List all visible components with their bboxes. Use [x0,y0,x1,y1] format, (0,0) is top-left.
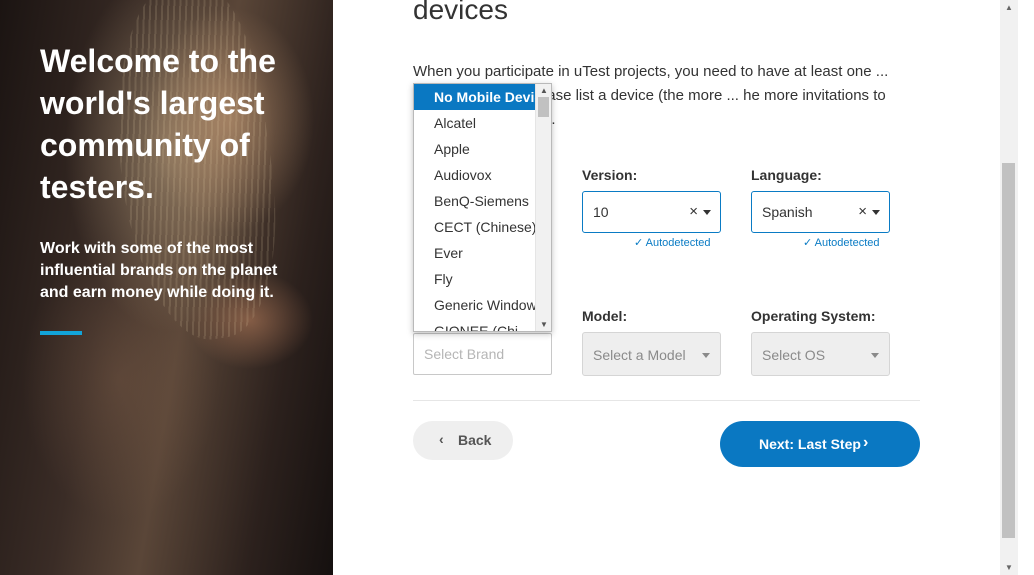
dropdown-option[interactable]: Fly [414,266,535,292]
model-label: Model: [582,308,628,324]
version-label: Version: [582,167,638,183]
dropdown-option[interactable]: Audiovox [414,162,535,188]
os-label: Operating System: [751,308,876,324]
version-clear-icon[interactable]: × [689,203,698,220]
section-heading: devices [413,0,508,25]
dropdown-option[interactable]: No Mobile Devices [414,84,535,110]
version-autodetected: ✓ Autodetected [634,237,711,249]
back-button[interactable]: ‹ Back [413,421,513,460]
brand-select[interactable]: Select Brand [413,333,552,375]
dropdown-scrollbar[interactable]: ▲ ▼ [535,84,551,331]
page-scroll-thumb[interactable] [1002,163,1015,538]
language-label: Language: [751,167,822,183]
language-autodetected: ✓ Autodetected [803,237,880,249]
next-button[interactable]: Next: Last Step › [720,421,920,467]
chevron-down-icon[interactable] [703,210,711,215]
dropdown-option[interactable]: Alcatel [414,110,535,136]
window-edge [1018,0,1034,575]
divider [413,400,920,401]
dropdown-option[interactable]: Generic Windows [414,292,535,318]
hero-accent-bar [40,331,82,335]
language-value: Spanish [762,204,813,220]
dropdown-option[interactable]: GIONEE (Chi [414,318,535,331]
page-scrollbar[interactable]: ▲ ▼ [1000,0,1018,575]
os-select: Select OS [751,332,890,376]
chevron-down-icon[interactable] [872,210,880,215]
language-clear-icon[interactable]: × [858,203,867,220]
hero-title: Welcome to the world's largest community… [40,43,276,205]
model-select: Select a Model [582,332,721,376]
language-select[interactable]: Spanish × [751,191,890,233]
brand-placeholder: Select Brand [424,346,505,362]
version-value: 10 [593,204,609,220]
os-placeholder: Select OS [762,347,826,363]
hero-subtitle: Work with some of the most influential b… [40,240,278,301]
next-button-label: Next: Last Step [759,436,861,452]
back-button-label: Back [458,432,492,448]
dropdown-scroll-thumb[interactable] [538,97,549,117]
chevron-down-icon [871,353,879,358]
hero-panel: Welcome to the world's largest community… [0,0,333,575]
dropdown-option[interactable]: Apple [414,136,535,162]
dropdown-option[interactable]: Ever [414,240,535,266]
scroll-down-icon[interactable]: ▼ [540,320,548,329]
chevron-left-icon: ‹ [439,431,444,447]
scroll-up-icon[interactable]: ▲ [1005,3,1013,12]
dropdown-option[interactable]: CECT (Chinese) [414,214,535,240]
dropdown-option[interactable]: BenQ-Siemens [414,188,535,214]
model-placeholder: Select a Model [593,347,686,363]
scroll-up-icon[interactable]: ▲ [540,86,548,95]
chevron-right-icon: › [863,434,869,451]
chevron-down-icon [702,353,710,358]
brand-dropdown-list[interactable]: No Mobile DevicesAlcatelAppleAudiovoxBen… [413,83,552,332]
version-select[interactable]: 10 × [582,191,721,233]
scroll-down-icon[interactable]: ▼ [1005,563,1013,572]
